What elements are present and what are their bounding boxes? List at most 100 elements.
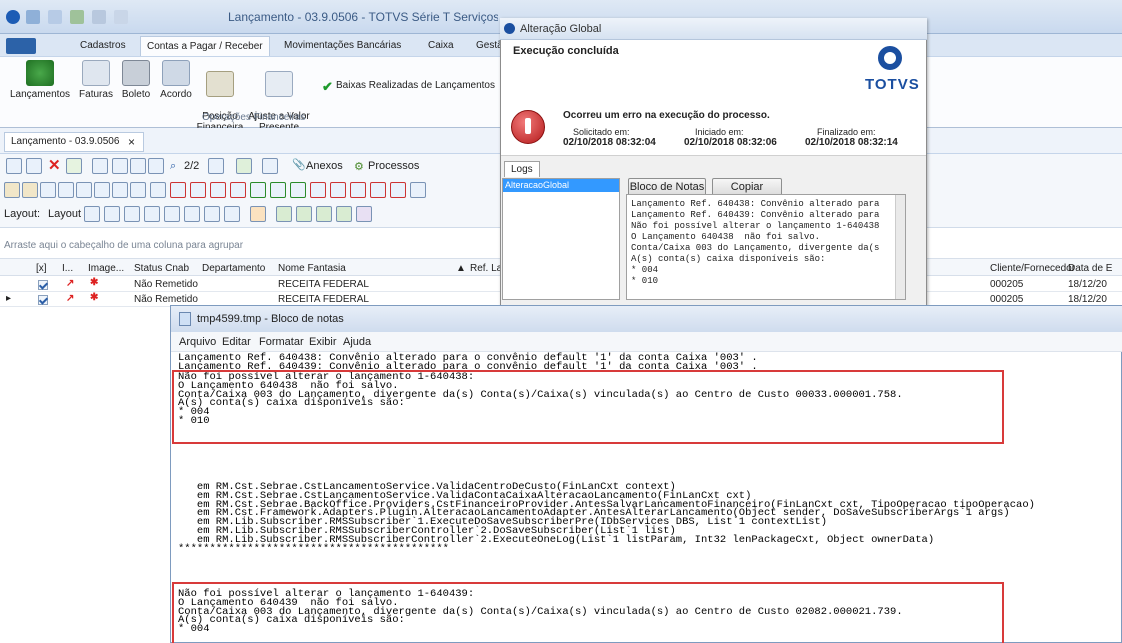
col-departamento[interactable]: Departamento (202, 263, 265, 274)
layout-icon-10[interactable] (296, 206, 312, 222)
acordo-button[interactable]: Acordo (156, 60, 196, 100)
col-check[interactable]: [x] (36, 263, 47, 274)
action-icon-13[interactable] (390, 182, 406, 198)
action-icon-1[interactable] (4, 182, 20, 198)
cell-data: 18/12/20 (1068, 294, 1107, 305)
tab-cadastros[interactable]: Cadastros (80, 36, 126, 56)
action-icon-4[interactable] (58, 182, 74, 198)
col-data[interactable]: Data de E (1068, 263, 1112, 274)
layout-icon-12[interactable] (336, 206, 352, 222)
tab-caixa[interactable]: Caixa (428, 36, 454, 56)
refresh-icon[interactable] (92, 10, 106, 24)
dialog-heading: Execução concluída (513, 45, 619, 57)
action-icon-2[interactable] (22, 182, 38, 198)
print-icon-2[interactable] (112, 182, 128, 198)
action-icon-5[interactable] (76, 182, 92, 198)
col-image[interactable]: Image... (88, 263, 124, 274)
chart-icon[interactable] (250, 206, 266, 222)
layout-icon-2[interactable] (104, 206, 120, 222)
action-icon-11[interactable] (350, 182, 366, 198)
layout-icon-8[interactable] (224, 206, 240, 222)
menu-editar[interactable]: Editar (222, 336, 251, 348)
layout-icon-13[interactable] (356, 206, 372, 222)
menu-exibir[interactable]: Exibir (309, 336, 337, 348)
approve-icon-2[interactable] (270, 182, 286, 198)
app-icon (6, 10, 20, 24)
anexos-button[interactable]: Anexos (306, 160, 343, 172)
tab-logs[interactable]: Logs (504, 161, 540, 177)
layout-icon-6[interactable] (184, 206, 200, 222)
edit-record-icon[interactable] (26, 158, 42, 174)
solicitado-value: 02/10/2018 08:32:04 (563, 137, 656, 148)
action-icon-10[interactable] (330, 182, 346, 198)
list-item[interactable]: AlteracaoGlobal (503, 179, 619, 192)
approve-icon-1[interactable] (250, 182, 266, 198)
col-i[interactable]: I... (62, 263, 73, 274)
page-indicator: 2/2 (184, 160, 200, 172)
col-cliente-fornecedor[interactable]: Cliente/Fornecedor (990, 263, 1075, 274)
action-icon-9[interactable] (230, 182, 246, 198)
layout-icon-4[interactable] (144, 206, 160, 222)
refresh-grid-icon[interactable] (66, 158, 82, 174)
document-tab[interactable]: Lançamento - 03.9.0506 (4, 132, 144, 152)
log-line: Lançamento Ref. 640438: Convênio alterad… (631, 199, 880, 209)
next-record-icon[interactable] (130, 158, 146, 174)
tab-gestao[interactable]: Gestã (476, 36, 503, 56)
layout-icon-1[interactable] (84, 206, 100, 222)
action-icon-12[interactable] (370, 182, 386, 198)
faturas-button[interactable]: Faturas (76, 60, 116, 100)
log-scrollbar[interactable] (895, 195, 905, 299)
boleto-button[interactable]: Boleto (118, 60, 154, 100)
lancamentos-button[interactable]: Lançamentos (8, 60, 72, 100)
prev-record-icon[interactable] (112, 158, 128, 174)
col-nome-fantasia[interactable]: Nome Fantasia (278, 263, 346, 274)
grid-view-icon[interactable] (208, 158, 224, 174)
iniciado-label: Iniciado em: (695, 127, 744, 137)
baixas-realizadas-item[interactable]: Baixas Realizadas de Lançamentos (336, 80, 495, 91)
error-icon-glyph (525, 118, 531, 134)
close-tab-icon[interactable]: × (128, 135, 135, 149)
approve-icon-3[interactable] (290, 182, 306, 198)
file-menu-button[interactable] (6, 38, 36, 54)
quick-access-icon[interactable] (26, 10, 40, 24)
delete-icon[interactable]: ✕ (48, 156, 61, 174)
cancel-icon[interactable] (210, 182, 226, 198)
log-line: Lançamento Ref. 640439: Convênio alterad… (631, 210, 880, 220)
row-checkbox[interactable] (38, 295, 48, 305)
last-record-icon[interactable] (148, 158, 164, 174)
tab-contas-pagar-receber[interactable]: Contas a Pagar / Receber (140, 36, 270, 56)
action-icon-3[interactable] (40, 182, 56, 198)
log-textbox[interactable]: Lançamento Ref. 640438: Convênio alterad… (626, 194, 906, 300)
new-icon[interactable] (48, 10, 62, 24)
save-icon[interactable] (70, 10, 84, 24)
menu-formatar[interactable]: Formatar (259, 336, 304, 348)
layout-dropdown[interactable]: Layout (48, 208, 81, 220)
tab-movimentacoes-bancarias[interactable]: Movimentações Bancárias (284, 36, 401, 56)
help-icon[interactable] (114, 10, 128, 24)
col-status-cnab[interactable]: Status Cnab (134, 263, 189, 274)
binoculars-icon[interactable]: ⌕ (170, 160, 176, 173)
layout-icon-5[interactable] (164, 206, 180, 222)
new-record-icon[interactable] (6, 158, 22, 174)
calc-icon[interactable] (130, 182, 146, 198)
print-icon[interactable] (262, 158, 278, 174)
layout-icon-7[interactable] (204, 206, 220, 222)
menu-arquivo[interactable]: Arquivo (179, 336, 216, 348)
share-icon[interactable] (94, 182, 110, 198)
go-icon[interactable] (236, 158, 252, 174)
layout-icon-3[interactable] (124, 206, 140, 222)
action-icon-7[interactable] (170, 182, 186, 198)
layout-icon-9[interactable] (276, 206, 292, 222)
processos-button[interactable]: Processos (368, 160, 419, 172)
first-record-icon[interactable] (92, 158, 108, 174)
cell-cliente: 000205 (990, 294, 1024, 305)
row-checkbox[interactable] (38, 280, 48, 290)
action-icon-6[interactable] (150, 182, 166, 198)
layout-icon-11[interactable] (316, 206, 332, 222)
action-icon-8[interactable] (190, 182, 206, 198)
menu-ajuda[interactable]: Ajuda (343, 336, 371, 348)
reject-icon[interactable] (310, 182, 326, 198)
action-icon-14[interactable] (410, 182, 426, 198)
cell-nome: RECEITA FEDERAL (278, 279, 369, 290)
notepad-title: tmp4599.tmp - Bloco de notas (197, 313, 344, 325)
